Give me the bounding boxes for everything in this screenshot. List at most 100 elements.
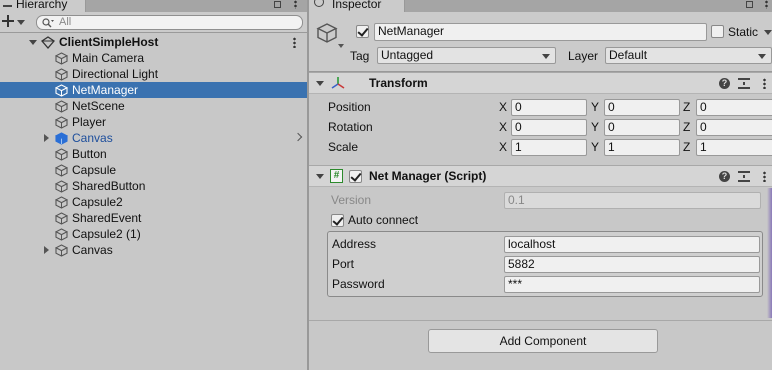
gameobject-cube-icon	[55, 196, 68, 209]
axis-z-label[interactable]: Z	[683, 120, 690, 134]
axis-x-label[interactable]: X	[499, 140, 507, 154]
axis-z-label[interactable]: Z	[683, 100, 690, 114]
transform-scale-z-field[interactable]: 1	[696, 139, 772, 156]
static-dropdown-icon[interactable]	[764, 30, 772, 35]
hierarchy-item[interactable]: NetScene	[0, 98, 307, 114]
hierarchy-item-label: Directional Light	[72, 67, 159, 81]
layer-dropdown[interactable]: Default	[605, 47, 772, 64]
static-checkbox[interactable]	[711, 25, 724, 38]
expand-right-icon[interactable]	[44, 134, 49, 142]
transform-rotation-y-field[interactable]: 0	[604, 119, 680, 136]
axis-y-label[interactable]: Y	[591, 120, 599, 134]
cube-icon	[55, 148, 68, 161]
transform-header[interactable]: Transform ?	[309, 72, 772, 94]
hierarchy-item-label: Canvas	[72, 131, 113, 145]
object-header: NetManager Static Tag Untagged Layer Def…	[309, 12, 772, 72]
hierarchy-item-label: SharedEvent	[72, 211, 142, 225]
port-field[interactable]: 5882	[504, 256, 760, 273]
object-name-input[interactable]: NetManager	[374, 23, 707, 41]
axis-x-label[interactable]: X	[499, 100, 507, 114]
scene-row[interactable]: ClientSimpleHost	[0, 34, 307, 50]
cube-icon	[55, 180, 68, 193]
preset-icon[interactable]	[738, 78, 750, 89]
hierarchy-item[interactable]: NetManager	[0, 82, 307, 98]
hierarchy-search-input[interactable]: All	[36, 15, 303, 30]
gameobject-cube-icon	[55, 228, 68, 241]
axis-y-label[interactable]: Y	[591, 140, 599, 154]
lock-icon[interactable]	[274, 1, 281, 8]
tab-hierarchy[interactable]: Hierarchy	[0, 0, 86, 12]
transform-position-y-field[interactable]: 0	[604, 99, 680, 116]
hierarchy-item-label: NetScene	[72, 99, 125, 113]
transform-scale-x-field[interactable]: 1	[511, 139, 587, 156]
foldout-icon[interactable]	[316, 81, 324, 86]
chevron-down-icon	[17, 20, 25, 25]
open-prefab-icon[interactable]	[293, 132, 303, 142]
port-label: Port	[332, 257, 355, 271]
transform-menu-icon[interactable]	[763, 78, 766, 89]
expand-right-icon[interactable]	[44, 246, 49, 254]
script-menu-icon[interactable]	[763, 171, 766, 182]
icon-dropdown-icon[interactable]	[338, 44, 344, 48]
hierarchy-item[interactable]: Capsule	[0, 162, 307, 178]
transform-rotation-x-field[interactable]: 0	[511, 119, 587, 136]
auto-connect-checkbox[interactable]	[331, 214, 344, 227]
transform-rotation-z-field[interactable]: 0	[696, 119, 772, 136]
version-label: Version	[331, 193, 372, 207]
cube-icon	[55, 116, 68, 129]
hierarchy-item-label: Capsule2 (1)	[72, 227, 141, 241]
hierarchy-item[interactable]: Canvas	[0, 130, 307, 146]
window-edge	[767, 188, 772, 318]
tag-label: Tag	[350, 49, 370, 63]
script-enabled-checkbox[interactable]	[349, 170, 362, 183]
axis-x-label[interactable]: X	[499, 120, 507, 134]
transform-scale-y-field[interactable]: 1	[604, 139, 680, 156]
preset-icon[interactable]	[738, 171, 750, 182]
hierarchy-item[interactable]: SharedButton	[0, 178, 307, 194]
gameobject-cube-icon	[55, 212, 68, 225]
help-icon[interactable]: ?	[719, 78, 730, 89]
hierarchy-item[interactable]: Directional Light	[0, 66, 307, 82]
lock-icon[interactable]	[746, 1, 753, 8]
help-icon[interactable]: ?	[719, 171, 730, 182]
active-checkbox[interactable]	[356, 25, 369, 38]
hierarchy-panel: Hierarchy All ClientSimpleHost Main Came…	[0, 0, 307, 370]
cube-icon	[55, 68, 68, 81]
foldout-icon[interactable]	[316, 174, 324, 179]
cube-icon	[55, 52, 68, 65]
hierarchy-item[interactable]: Main Camera	[0, 50, 307, 66]
axis-y-label[interactable]: Y	[591, 100, 599, 114]
transform-position-label: Position	[328, 100, 371, 114]
hierarchy-item-label: Capsule2	[72, 195, 123, 209]
hierarchy-item[interactable]: Player	[0, 114, 307, 130]
inspector-panel: Inspector NetManager Static Tag Untagged…	[309, 0, 772, 370]
cube-icon	[55, 84, 68, 97]
auto-connect-label: Auto connect	[348, 213, 419, 227]
address-field[interactable]: localhost	[504, 236, 760, 253]
transform-rotation-label: Rotation	[328, 120, 373, 134]
hierarchy-item[interactable]: Capsule2	[0, 194, 307, 210]
version-field: 0.1	[504, 192, 761, 209]
tab-inspector[interactable]: Inspector	[309, 0, 405, 12]
hierarchy-item[interactable]: Capsule2 (1)	[0, 226, 307, 242]
tag-dropdown[interactable]: Untagged	[377, 47, 556, 64]
axis-z-label[interactable]: Z	[683, 140, 690, 154]
hierarchy-item[interactable]: SharedEvent	[0, 210, 307, 226]
static-label: Static	[728, 25, 759, 39]
scene-menu-icon[interactable]	[293, 37, 296, 48]
info-icon	[314, 0, 324, 7]
transform-position-x-field[interactable]: 0	[511, 99, 587, 116]
hierarchy-item-label: Capsule	[72, 163, 117, 177]
add-component-button[interactable]: Add Component	[428, 329, 658, 353]
hierarchy-menu-icon[interactable]	[294, 0, 297, 9]
script-header[interactable]: # Net Manager (Script) ?	[309, 165, 772, 187]
hierarchy-item-label: Main Camera	[72, 51, 145, 65]
inspector-menu-icon[interactable]	[765, 0, 768, 9]
password-field[interactable]: ***	[504, 276, 760, 293]
cube-icon	[55, 132, 68, 145]
expand-down-icon[interactable]	[29, 40, 37, 45]
hierarchy-item[interactable]: Canvas	[0, 242, 307, 258]
transform-position-z-field[interactable]: 0	[696, 99, 772, 116]
hierarchy-item[interactable]: Button	[0, 146, 307, 162]
create-button[interactable]	[2, 15, 25, 29]
